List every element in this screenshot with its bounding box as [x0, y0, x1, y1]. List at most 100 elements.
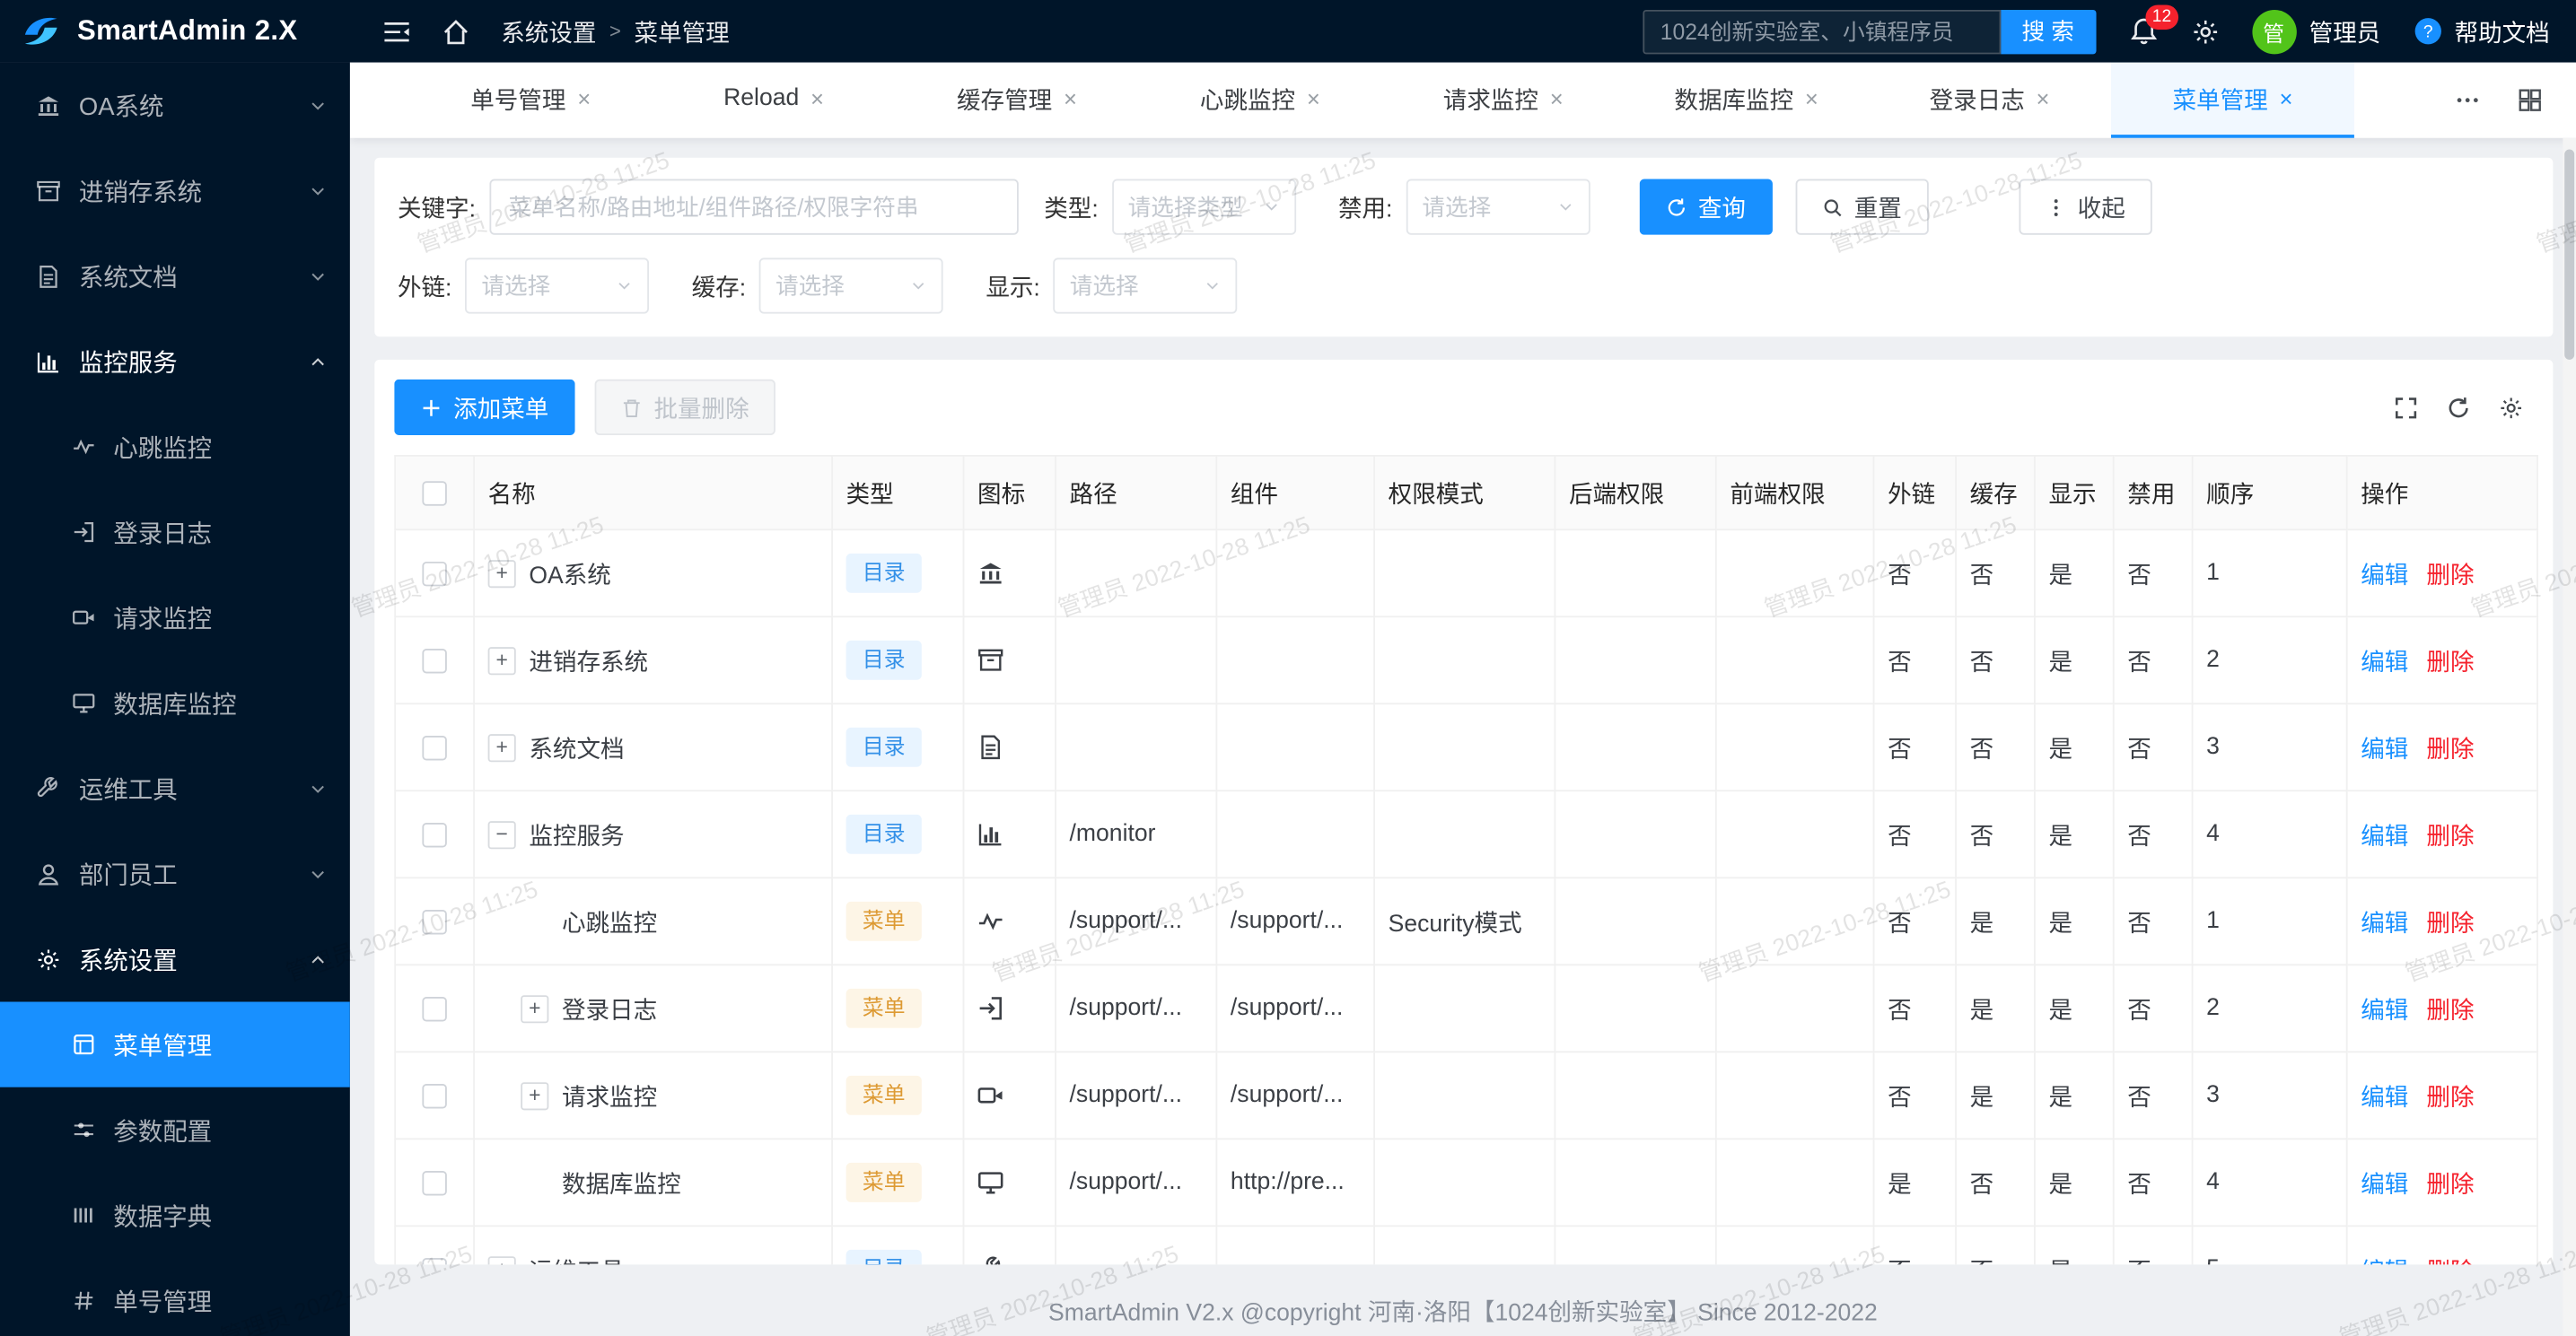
external-select[interactable]: 请选择 [465, 258, 649, 313]
sidebar-item-system-docs[interactable]: 系统文档 [0, 233, 350, 319]
tab-close-icon[interactable]: × [1550, 85, 1564, 111]
breadcrumb-item-parent[interactable]: 系统设置 [501, 14, 596, 48]
row-expander[interactable]: + [488, 733, 516, 761]
edit-link[interactable]: 编辑 [2361, 563, 2408, 589]
tab-menu-management[interactable]: 菜单管理 × [2111, 63, 2354, 138]
delete-link[interactable]: 删除 [2426, 1085, 2474, 1111]
delete-link[interactable]: 删除 [2426, 824, 2474, 850]
select-all-checkbox[interactable] [422, 481, 446, 505]
perm-mode-cell: Security模式 [1374, 878, 1555, 965]
home-icon[interactable] [442, 17, 469, 45]
tab-close-icon[interactable]: × [1307, 85, 1320, 111]
refresh-icon[interactable] [2446, 395, 2470, 419]
row-expander[interactable]: + [521, 994, 548, 1022]
reset-button[interactable]: 重置 [1795, 179, 1928, 235]
sidebar-subitem-menu-management[interactable]: 菜单管理 [0, 1002, 350, 1087]
tab-label: 单号管理 [470, 82, 565, 116]
tab-close-icon[interactable]: × [577, 85, 591, 111]
delete-link[interactable]: 删除 [2426, 1259, 2474, 1264]
tab-close-icon[interactable]: × [810, 85, 824, 111]
sidebar-subitem-heartbeat-monitor[interactable]: 心跳监控 [0, 404, 350, 489]
menu-fold-icon[interactable] [382, 17, 410, 45]
row-checkbox[interactable] [422, 1083, 446, 1107]
edit-link[interactable]: 编辑 [2361, 1085, 2408, 1111]
settings-gear-icon[interactable] [2191, 17, 2219, 45]
row-checkbox[interactable] [422, 996, 446, 1020]
tab-more-icon[interactable] [2455, 87, 2481, 113]
row-expander[interactable]: + [488, 559, 516, 587]
edit-link[interactable]: 编辑 [2361, 1172, 2408, 1198]
row-expander[interactable]: + [488, 646, 516, 674]
edit-link[interactable]: 编辑 [2361, 737, 2408, 763]
edit-link[interactable]: 编辑 [2361, 998, 2408, 1024]
row-expander[interactable]: − [488, 820, 516, 848]
sidebar-item-system-settings[interactable]: 系统设置 [0, 916, 350, 1001]
scrollbar-thumb[interactable] [2564, 150, 2574, 360]
row-checkbox[interactable] [422, 1170, 446, 1194]
tab-label: 数据库监控 [1674, 82, 1793, 116]
fullscreen-icon[interactable] [2394, 395, 2418, 419]
edit-link[interactable]: 编辑 [2361, 1259, 2408, 1264]
edit-link[interactable]: 编辑 [2361, 824, 2408, 850]
user-menu[interactable]: 管 管理员 [2252, 9, 2381, 53]
row-expander[interactable]: + [521, 1081, 548, 1109]
row-checkbox[interactable] [422, 561, 446, 585]
menu-name: 数据库监控 [562, 1166, 681, 1200]
tab-reload[interactable]: Reload × [653, 63, 896, 138]
tab-close-icon[interactable]: × [1064, 85, 1077, 111]
tab-close-icon[interactable]: × [2037, 85, 2050, 111]
keyword-input[interactable] [489, 179, 1018, 235]
tab-close-icon[interactable]: × [2279, 85, 2292, 111]
delete-link[interactable]: 删除 [2426, 737, 2474, 763]
sidebar-item-dept-staff[interactable]: 部门员工 [0, 831, 350, 916]
app-logo[interactable]: SmartAdmin 2.X [0, 10, 350, 53]
row-checkbox[interactable] [422, 648, 446, 672]
frontend-perm-cell [1716, 1226, 1874, 1264]
delete-link[interactable]: 删除 [2426, 563, 2474, 589]
disabled-select[interactable]: 请选择 [1406, 179, 1590, 235]
delete-link[interactable]: 删除 [2426, 1172, 2474, 1198]
sidebar-item-ops-tools[interactable]: 运维工具 [0, 746, 350, 831]
tab-heartbeat-monitor[interactable]: 心跳监控 × [1138, 63, 1381, 138]
type-select[interactable]: 请选择类型 [1111, 179, 1295, 235]
delete-link[interactable]: 删除 [2426, 650, 2474, 676]
query-button[interactable]: 查询 [1639, 179, 1772, 235]
sidebar-item-monitor-service[interactable]: 监控服务 [0, 319, 350, 404]
sidebar-subitem-request-monitor[interactable]: 请求监控 [0, 575, 350, 660]
search-input[interactable] [1643, 9, 2001, 53]
tab-close-icon[interactable]: × [1805, 85, 1818, 111]
sidebar-subitem-order-management[interactable]: 单号管理 [0, 1258, 350, 1336]
row-checkbox[interactable] [422, 1257, 446, 1264]
add-menu-button[interactable]: 添加菜单 [394, 380, 574, 435]
cache-select[interactable]: 请选择 [759, 258, 943, 313]
row-checkbox[interactable] [422, 735, 446, 759]
sidebar-item-inventory-system[interactable]: 进销存系统 [0, 148, 350, 233]
row-checkbox[interactable] [422, 822, 446, 846]
tab-order-management[interactable]: 单号管理 × [409, 63, 653, 138]
row-checkbox[interactable] [422, 909, 446, 933]
edit-link[interactable]: 编辑 [2361, 650, 2408, 676]
delete-link[interactable]: 删除 [2426, 911, 2474, 937]
search-button[interactable]: 搜 索 [2001, 9, 2096, 53]
column-settings-gear-icon[interactable] [2499, 395, 2523, 419]
edit-link[interactable]: 编辑 [2361, 911, 2408, 937]
show-select[interactable]: 请选择 [1053, 258, 1237, 313]
tab-label: 登录日志 [1930, 82, 2025, 116]
row-expander[interactable]: + [488, 1255, 516, 1264]
tab-login-log[interactable]: 登录日志 × [1868, 63, 2111, 138]
delete-link[interactable]: 删除 [2426, 998, 2474, 1024]
tab-layout-grid-icon[interactable] [2517, 87, 2543, 113]
sidebar-item-oa-system[interactable]: OA系统 [0, 63, 350, 148]
sidebar-subitem-data-dict[interactable]: 数据字典 [0, 1173, 350, 1258]
batch-delete-button[interactable]: 批量删除 [595, 380, 775, 435]
sidebar-subitem-param-config[interactable]: 参数配置 [0, 1087, 350, 1173]
help-link[interactable]: 帮助文档 [2414, 14, 2550, 48]
tab-db-monitor[interactable]: 数据库监控 × [1625, 63, 1868, 138]
chart-icon [36, 349, 60, 373]
sidebar-subitem-db-monitor[interactable]: 数据库监控 [0, 660, 350, 746]
sidebar-subitem-login-log[interactable]: 登录日志 [0, 489, 350, 574]
collapse-button[interactable]: 收起 [2019, 179, 2151, 235]
tab-cache-management[interactable]: 缓存管理 × [896, 63, 1139, 138]
notifications-button[interactable]: 12 [2128, 16, 2158, 46]
tab-request-monitor[interactable]: 请求监控 × [1381, 63, 1625, 138]
